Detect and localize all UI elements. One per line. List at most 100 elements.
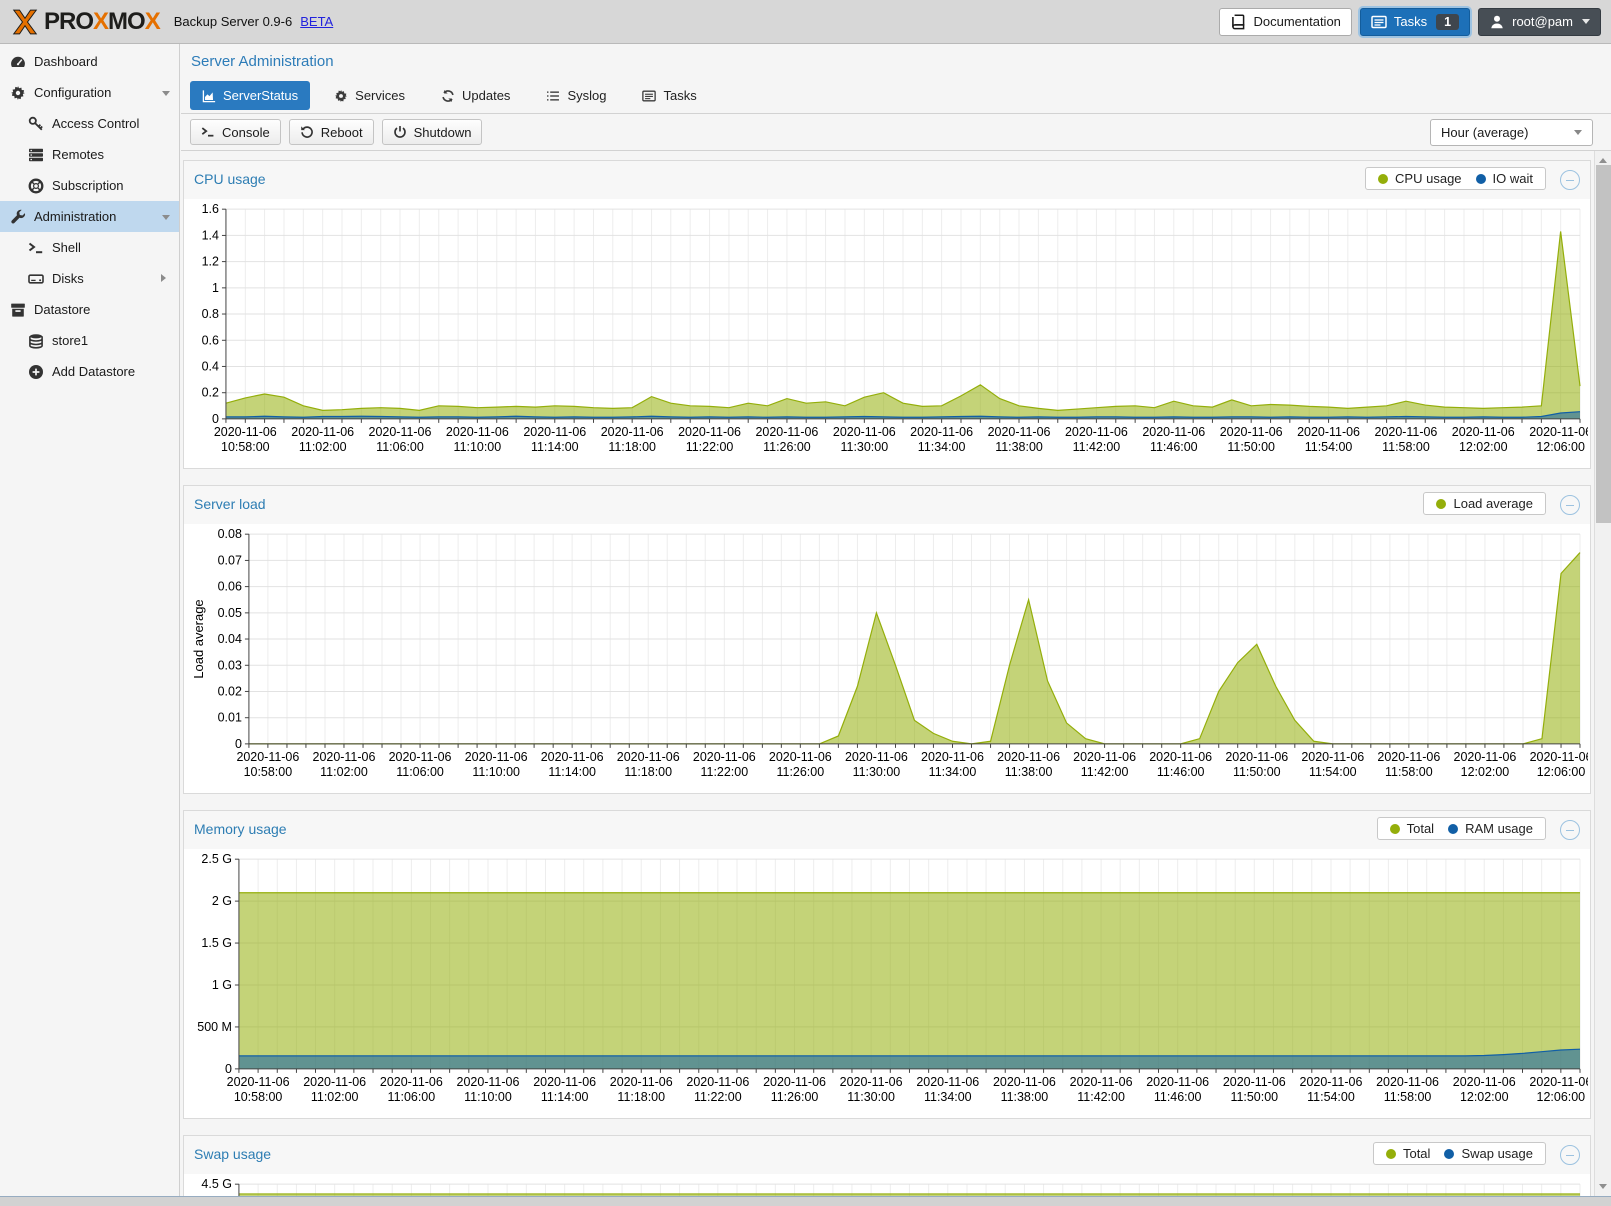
x-tick-label: 11:22:00 <box>701 765 749 779</box>
y-tick-label: 1.5 G <box>201 936 232 950</box>
chart-legend: TotalSwap usage <box>1373 1142 1546 1165</box>
legend-item: CPU usage <box>1378 171 1461 186</box>
tab-syslog[interactable]: Syslog <box>534 81 618 110</box>
gears-icon <box>334 89 348 103</box>
database-icon <box>28 333 44 349</box>
sidebar-item-store1[interactable]: store1 <box>0 325 179 356</box>
x-tick-label: 2020-11-06 <box>756 425 819 439</box>
sidebar-item-add-datastore[interactable]: Add Datastore <box>0 356 179 387</box>
collapse-panel-button[interactable] <box>1560 495 1580 515</box>
sidebar: DashboardConfigurationAccess ControlRemo… <box>0 44 180 1196</box>
chart-area-icon <box>202 89 216 103</box>
sidebar-item-label: Subscription <box>52 178 124 193</box>
y-tick-label: 0 <box>212 412 219 426</box>
x-tick-label: 2020-11-06 <box>1375 425 1438 439</box>
x-tick-label: 2020-11-06 <box>1142 425 1205 439</box>
product-version: Backup Server 0.9-6 <box>174 14 293 29</box>
collapse-panel-button[interactable] <box>1560 170 1580 190</box>
x-tick-label: 12:06:00 <box>1537 1090 1586 1104</box>
legend-dot <box>1378 174 1388 184</box>
x-tick-label: 2020-11-06 <box>686 1075 749 1089</box>
x-tick-label: 2020-11-06 <box>993 1075 1056 1089</box>
legend-dot <box>1476 174 1486 184</box>
legend-dot <box>1436 499 1446 509</box>
tasks-label: Tasks <box>1394 14 1427 29</box>
x-tick-label: 2020-11-06 <box>523 425 586 439</box>
panel-cpu-usage: CPU usageCPU usageIO wait00.20.40.60.811… <box>183 160 1591 469</box>
sidebar-item-datastore[interactable]: Datastore <box>0 294 179 325</box>
x-tick-label: 2020-11-06 <box>1073 750 1136 764</box>
tasks-icon <box>642 89 656 103</box>
collapse-panel-button[interactable] <box>1560 820 1580 840</box>
sidebar-item-access-control[interactable]: Access Control <box>0 108 179 139</box>
sidebar-item-disks[interactable]: Disks <box>0 263 179 294</box>
chevron-right-icon[interactable] <box>161 274 170 282</box>
panel-server-load: Server loadLoad average00.010.020.030.04… <box>183 485 1591 794</box>
tab-updates[interactable]: Updates <box>429 81 522 110</box>
x-tick-label: 11:42:00 <box>1077 1090 1125 1104</box>
x-tick-label: 2020-11-06 <box>446 425 509 439</box>
tab-serverstatus[interactable]: ServerStatus <box>190 81 310 110</box>
tab-label: Tasks <box>663 88 696 103</box>
x-tick-label: 11:14:00 <box>541 1090 589 1104</box>
sidebar-item-subscription[interactable]: Subscription <box>0 170 179 201</box>
vertical-scrollbar[interactable] <box>1594 151 1611 1196</box>
sidebar-item-administration[interactable]: Administration <box>0 201 179 232</box>
tab-services[interactable]: Services <box>322 81 417 110</box>
minus-icon <box>1566 1155 1574 1156</box>
tab-tasks[interactable]: Tasks <box>630 81 708 110</box>
button-label: Reboot <box>321 125 363 140</box>
reboot-button[interactable]: Reboot <box>289 119 374 145</box>
documentation-label: Documentation <box>1253 14 1340 29</box>
scrollbar-thumb[interactable] <box>1596 165 1611 523</box>
wrench-icon <box>10 209 26 225</box>
x-tick-label: 10:58:00 <box>234 1090 283 1104</box>
x-tick-label: 2020-11-06 <box>1454 750 1517 764</box>
scrollbar-down-arrow[interactable] <box>1595 1181 1611 1196</box>
sidebar-item-configuration[interactable]: Configuration <box>0 77 179 108</box>
syslog-icon <box>546 89 560 103</box>
collapse-panel-button[interactable] <box>1560 1145 1580 1165</box>
minus-icon <box>1566 830 1574 831</box>
legend-item: IO wait <box>1476 171 1533 186</box>
x-tick-label: 2020-11-06 <box>1301 750 1364 764</box>
user-menu-button[interactable]: root@pam <box>1478 8 1601 36</box>
power-icon <box>393 125 407 139</box>
chevron-down-icon[interactable] <box>162 215 170 224</box>
beta-link[interactable]: BETA <box>300 14 333 29</box>
x-tick-label: 2020-11-06 <box>465 750 528 764</box>
sidebar-item-dashboard[interactable]: Dashboard <box>0 46 179 77</box>
y-tick-label: 0.2 <box>202 386 219 400</box>
legend-item: Swap usage <box>1444 1146 1533 1161</box>
tasks-button[interactable]: Tasks 1 <box>1360 8 1470 36</box>
x-tick-label: 2020-11-06 <box>763 1075 826 1089</box>
scrollbar-up-arrow[interactable] <box>1595 151 1611 166</box>
charts-scroll-region: CPU usageCPU usageIO wait00.20.40.60.811… <box>181 151 1611 1196</box>
memory-usage-chart: 0500 M1 G1.5 G2 G2.5 G2020-11-0610:58:00… <box>184 849 1588 1113</box>
y-tick-label: 0.8 <box>202 307 219 321</box>
x-tick-label: 2020-11-06 <box>921 750 984 764</box>
refresh-icon <box>441 89 455 103</box>
sidebar-item-shell[interactable]: Shell <box>0 232 179 263</box>
console-button[interactable]: Console <box>190 119 281 145</box>
documentation-button[interactable]: Documentation <box>1219 8 1351 36</box>
plus-circle-icon <box>28 364 44 380</box>
lifering-icon <box>28 178 44 194</box>
x-tick-label: 11:10:00 <box>454 440 502 454</box>
y-axis-title: Load average <box>191 599 206 678</box>
proxmox-backup-app: PROXMOX Backup Server 0.9-6 BETA Documen… <box>0 0 1611 1206</box>
y-tick-label: 0 <box>225 1062 232 1076</box>
sidebar-item-remotes[interactable]: Remotes <box>0 139 179 170</box>
x-tick-label: 11:26:00 <box>763 440 811 454</box>
x-tick-label: 11:58:00 <box>1385 765 1433 779</box>
chevron-down-icon[interactable] <box>162 91 170 100</box>
sidebar-item-label: Shell <box>52 240 81 255</box>
y-tick-label: 500 M <box>197 1020 232 1034</box>
time-range-select[interactable]: Hour (average) <box>1430 119 1593 146</box>
x-tick-label: 11:22:00 <box>694 1090 742 1104</box>
sidebar-item-label: Datastore <box>34 302 90 317</box>
y-tick-label: 0.4 <box>202 359 219 373</box>
y-tick-label: 0.01 <box>218 711 242 725</box>
shutdown-button[interactable]: Shutdown <box>382 119 483 145</box>
x-tick-label: 2020-11-06 <box>303 1075 366 1089</box>
